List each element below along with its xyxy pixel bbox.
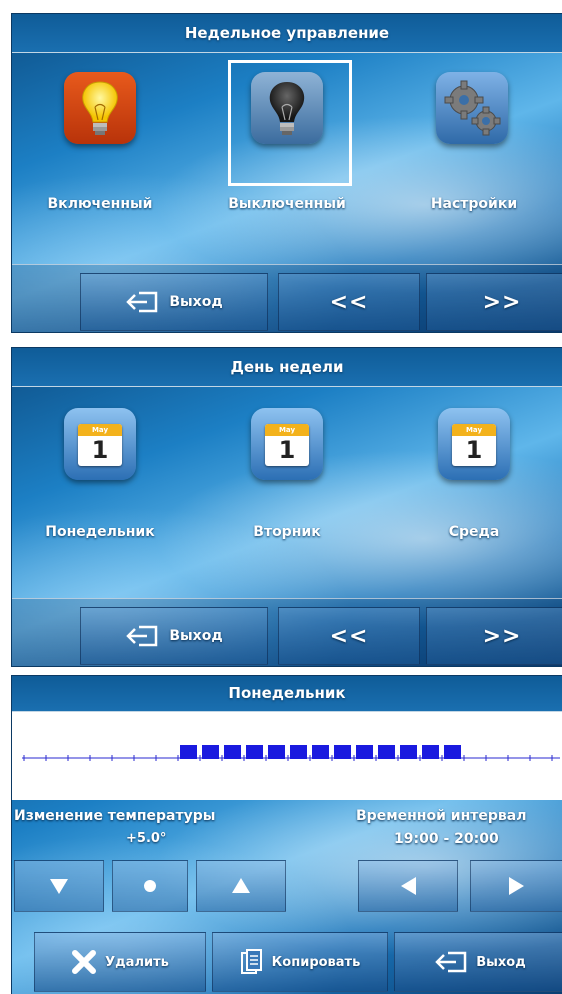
temp-change-label: Изменение температуры <box>14 808 216 824</box>
tile-wednesday-label: Среда <box>448 524 500 540</box>
calendar-day: 1 <box>278 436 296 464</box>
schedule-slot-active <box>444 745 461 759</box>
bulb-on-icon <box>64 72 136 144</box>
interval-next-button[interactable] <box>470 860 562 912</box>
triangle-down-icon <box>50 879 68 894</box>
interval-label: Временной интервал <box>356 808 527 824</box>
prev-button[interactable]: << <box>278 273 420 331</box>
schedule-slot-active <box>246 745 263 759</box>
tile-monday-label: Понедельник <box>45 524 155 540</box>
schedule-slot-active <box>356 745 373 759</box>
schedule-slot-active <box>202 745 219 759</box>
tile-tuesday[interactable]: May 1 Вторник <box>199 408 375 558</box>
exit-button[interactable]: Выход <box>80 607 268 665</box>
calendar-icon: May 1 <box>251 408 323 480</box>
calendar-icon: May 1 <box>438 408 510 480</box>
tile-settings-label: Настройки <box>430 196 518 212</box>
screen-title: День недели <box>12 348 562 387</box>
day-schedule-screen: Понедельник Изменение температуры +5.0° … <box>12 676 562 994</box>
dot-icon <box>144 880 156 892</box>
tile-wednesday[interactable]: May 1 Среда <box>386 408 562 558</box>
calendar-day: 1 <box>91 436 109 464</box>
exit-icon <box>126 625 158 647</box>
delete-button[interactable]: Удалить <box>34 932 206 992</box>
exit-label: Выход <box>169 628 223 644</box>
next-button[interactable]: >> <box>426 607 562 665</box>
triangle-up-icon <box>232 878 250 893</box>
screen-title: Понедельник <box>12 676 562 712</box>
day-of-week-screen: День недели May 1 Понедельник May 1 Втор… <box>12 348 562 666</box>
x-icon <box>72 950 97 974</box>
triangle-left-icon <box>401 877 416 895</box>
schedule-slot-active <box>224 745 241 759</box>
next-button[interactable]: >> <box>426 273 562 331</box>
temp-change-value: +5.0° <box>126 831 167 846</box>
schedule-chart <box>22 745 560 761</box>
tile-monday[interactable]: May 1 Понедельник <box>12 408 188 558</box>
exit-button[interactable]: Выход <box>80 273 268 331</box>
calendar-month: May <box>265 424 309 436</box>
tile-on-label: Включенный <box>47 196 153 212</box>
schedule-slot-active <box>290 745 307 759</box>
tile-settings[interactable]: Настройки <box>386 72 562 222</box>
temp-up-button[interactable] <box>196 860 286 912</box>
schedule-slot-active <box>312 745 329 759</box>
calendar-month: May <box>452 424 496 436</box>
bulb-off-icon <box>251 72 323 144</box>
copy-button[interactable]: Копировать <box>212 932 388 992</box>
tile-tuesday-label: Вторник <box>253 524 321 540</box>
temp-down-button[interactable] <box>14 860 104 912</box>
weekly-control-screen: Недельное управление Включенный Выключен… <box>12 14 562 332</box>
tile-off[interactable]: Выключенный <box>199 72 375 222</box>
schedule-slot-active <box>378 745 395 759</box>
exit-button[interactable]: Выход <box>394 932 562 992</box>
calendar-day: 1 <box>465 436 483 464</box>
exit-icon <box>435 951 467 973</box>
interval-prev-button[interactable] <box>358 860 458 912</box>
schedule-slot-active <box>180 745 197 759</box>
schedule-slot-active <box>400 745 417 759</box>
calendar-month: May <box>78 424 122 436</box>
tile-on[interactable]: Включенный <box>12 72 188 222</box>
exit-icon <box>126 291 158 313</box>
gears-icon <box>436 72 508 144</box>
temp-reset-button[interactable] <box>112 860 188 912</box>
delete-label: Удалить <box>105 954 169 970</box>
schedule-strip[interactable] <box>12 712 562 800</box>
bottom-bar: Выход << >> <box>12 598 562 666</box>
schedule-slot-active <box>334 745 351 759</box>
calendar-icon: May 1 <box>64 408 136 480</box>
tile-off-label: Выключенный <box>228 196 346 212</box>
copy-label: Копировать <box>271 954 361 970</box>
triangle-right-icon <box>509 877 524 895</box>
interval-value: 19:00 - 20:00 <box>394 831 499 847</box>
schedule-slot-active <box>422 745 439 759</box>
screen-title: Недельное управление <box>12 14 562 53</box>
bottom-bar: Выход << >> <box>12 264 562 332</box>
schedule-slot-active <box>268 745 285 759</box>
copy-icon <box>240 949 262 974</box>
prev-button[interactable]: << <box>278 607 420 665</box>
exit-label: Выход <box>476 954 526 970</box>
exit-label: Выход <box>169 294 223 310</box>
